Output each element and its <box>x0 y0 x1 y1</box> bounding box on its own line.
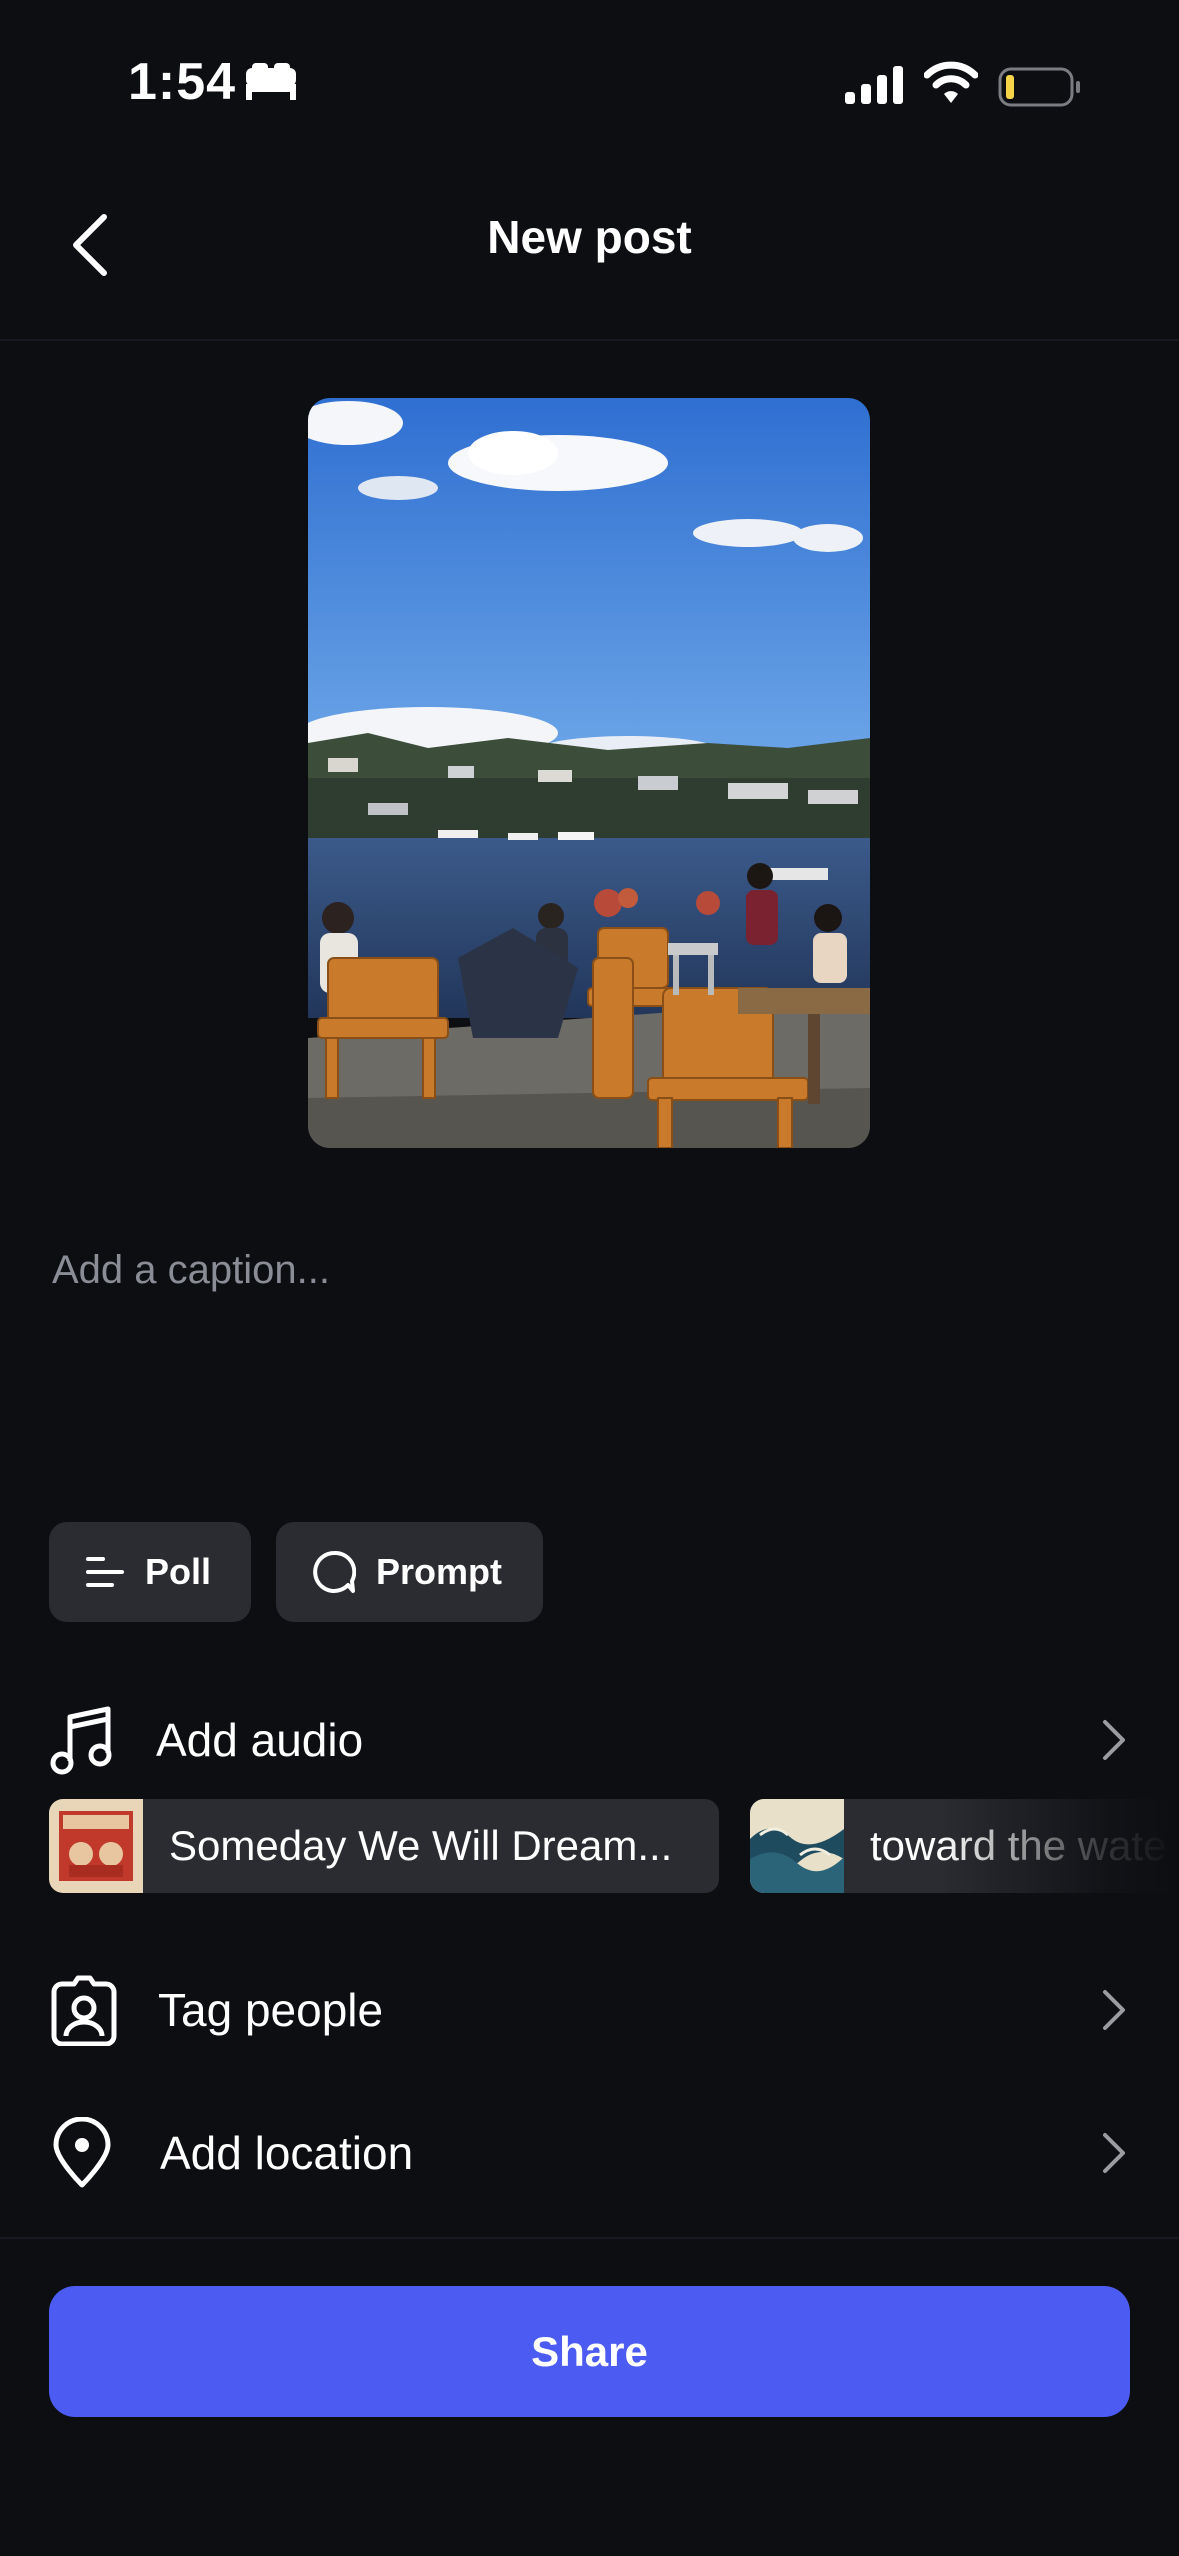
photo-image <box>308 398 870 1148</box>
header-divider <box>0 339 1179 341</box>
cellular-signal-icon <box>845 66 903 104</box>
tag-people-label: Tag people <box>158 1984 384 2036</box>
album-art-icon <box>49 1799 143 1893</box>
location-pin-icon <box>53 2117 111 2188</box>
status-time: 1:54 <box>128 53 237 111</box>
audio-suggestion[interactable]: toward the wate <box>750 1799 1179 1893</box>
tag-person-icon <box>51 1975 117 2046</box>
add-audio-label: Add audio <box>156 1714 364 1766</box>
chevron-right-icon <box>1103 2133 1125 2173</box>
page-title: New post <box>487 211 692 263</box>
add-location-row[interactable]: Add location <box>0 2103 1179 2203</box>
prompt-chip[interactable]: Prompt <box>276 1522 543 1622</box>
audio-suggestion-title: Someday We Will Dream... <box>169 1822 673 1869</box>
wifi-icon <box>924 61 978 103</box>
add-location-label: Add location <box>160 2127 414 2179</box>
post-photo[interactable] <box>308 398 870 1148</box>
audio-suggestion-title: toward the wate <box>870 1822 1167 1869</box>
share-button[interactable]: Share <box>49 2286 1130 2417</box>
audio-suggestion[interactable]: Someday We Will Dream... <box>49 1799 719 1893</box>
add-audio-row[interactable]: Add audio <box>0 1690 1179 1790</box>
album-art-icon <box>750 1799 844 1893</box>
poll-lines-icon <box>86 1557 124 1587</box>
poll-chip-label: Poll <box>145 1551 212 1592</box>
speech-bubble-icon <box>313 1550 356 1593</box>
tag-people-row[interactable]: Tag people <box>0 1960 1179 2060</box>
bed-icon <box>246 63 296 100</box>
music-note-icon <box>50 1706 112 1775</box>
battery-low-icon <box>998 67 1080 107</box>
chevron-right-icon <box>1103 1990 1125 2030</box>
caption-input[interactable] <box>52 1225 1132 1315</box>
footer-divider <box>0 2237 1179 2239</box>
poll-chip[interactable]: Poll <box>49 1522 251 1622</box>
chevron-right-icon <box>1103 1720 1125 1760</box>
prompt-chip-label: Prompt <box>376 1551 502 1592</box>
